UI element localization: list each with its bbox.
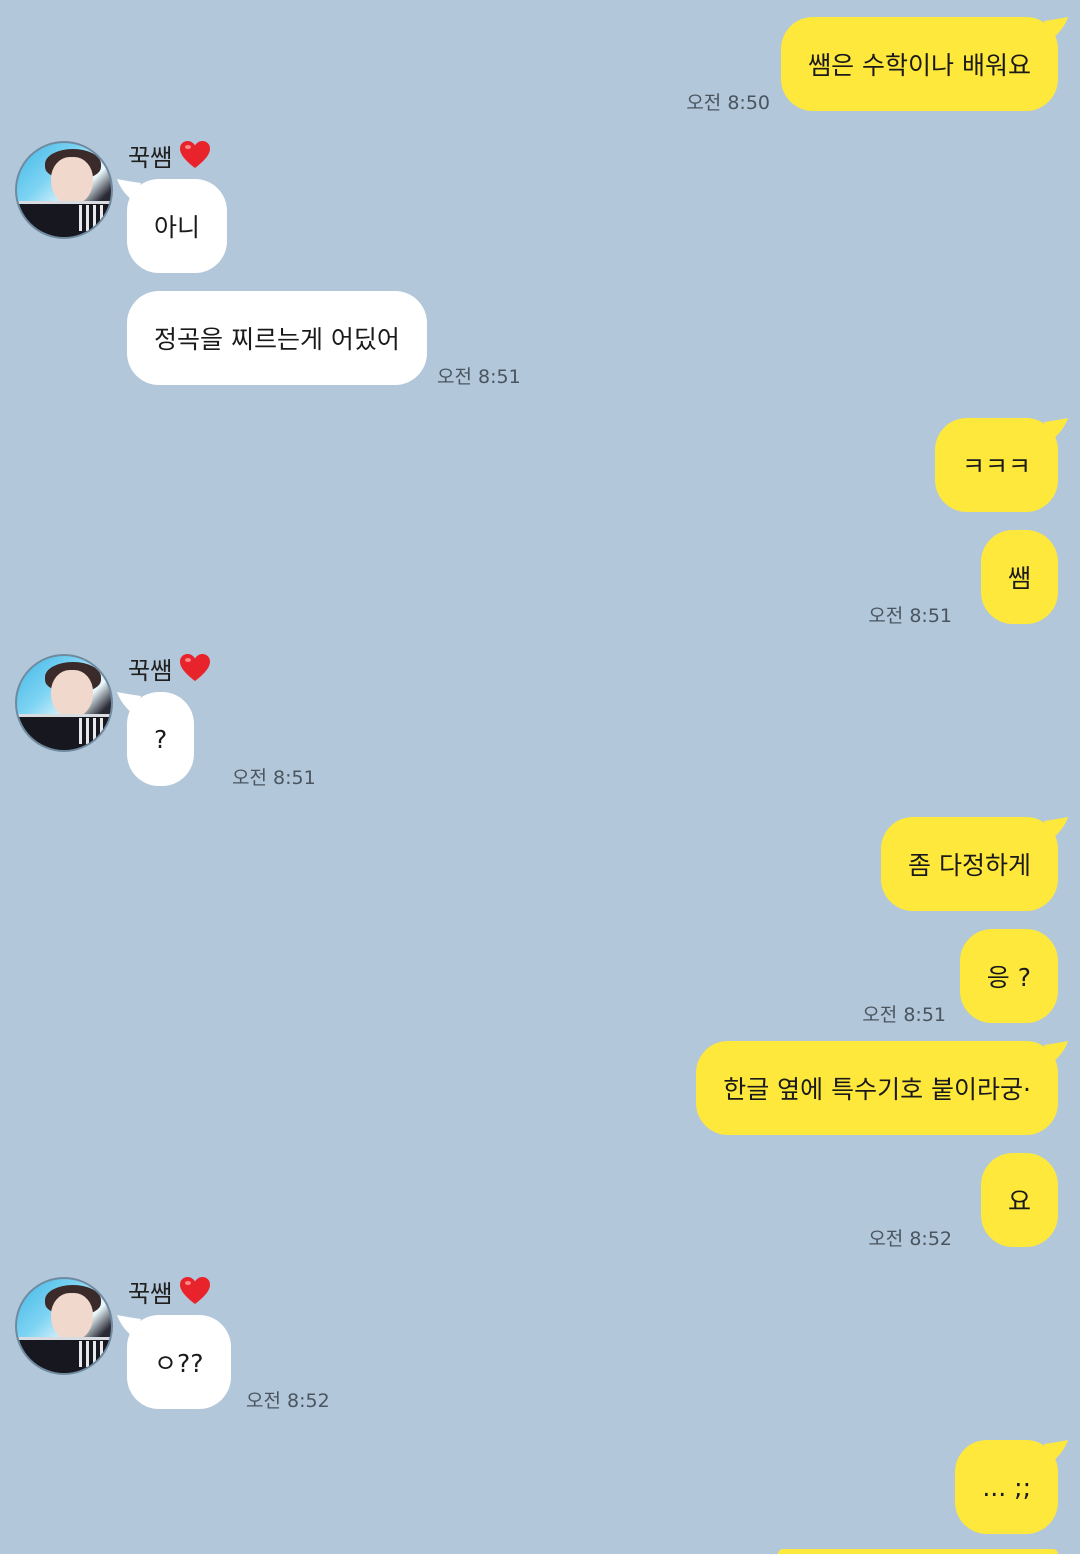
- message-text: 쌤: [1007, 564, 1031, 593]
- contact-name: 꾹쌤: [128, 656, 173, 685]
- outgoing-message[interactable]: 쌤: [980, 530, 1058, 624]
- bubble-tail: [117, 179, 141, 201]
- contact-name: 꾹쌤: [128, 143, 173, 172]
- contact-avatar[interactable]: [15, 654, 113, 752]
- bubble-tail: [1044, 1041, 1068, 1063]
- bubble-tail: [1044, 1440, 1068, 1462]
- outgoing-message-partial: [778, 1549, 1058, 1554]
- outgoing-message[interactable]: 응 ?: [959, 929, 1058, 1023]
- bubble-tail: [117, 692, 141, 714]
- bubble-tail: [1044, 817, 1068, 839]
- contact-name-row: 꾹쌤: [128, 1274, 211, 1308]
- contact-name: 꾹쌤: [128, 1279, 173, 1308]
- bubble-tail: [1044, 418, 1068, 440]
- contact-name-row: 꾹쌤: [128, 138, 211, 172]
- incoming-message[interactable]: ㅇ??: [117, 1315, 231, 1409]
- message-time: 오전 8:50: [686, 92, 770, 114]
- message-time: 오전 8:51: [862, 1004, 946, 1026]
- bubble-tail: [117, 1315, 141, 1337]
- outgoing-message[interactable]: 요: [980, 1153, 1058, 1247]
- outgoing-message[interactable]: ㅋㅋㅋ: [934, 418, 1068, 512]
- outgoing-message[interactable]: 좀 다정하게: [881, 817, 1068, 911]
- incoming-message[interactable]: 아니: [117, 179, 228, 273]
- outgoing-message[interactable]: 쌤은 수학이나 배워요: [781, 17, 1068, 111]
- message-time: 오전 8:51: [232, 767, 316, 789]
- message-text: ?: [154, 724, 168, 754]
- message-text: 응 ?: [986, 963, 1031, 992]
- outgoing-message[interactable]: ... ;;: [955, 1440, 1068, 1534]
- heart-icon: [180, 141, 211, 169]
- chat-room: 쌤은 수학이나 배워요 오전 8:50 꾹쌤 아니 정곡을 찌르는게 어딨어 오…: [0, 0, 1080, 1554]
- message-text: 정곡을 찌르는게 어딨어: [154, 325, 400, 354]
- bubble-tail: [1044, 17, 1068, 39]
- outgoing-message[interactable]: 한글 옆에 특수기호 붙이라궁·: [696, 1041, 1068, 1135]
- heart-icon: [180, 654, 211, 682]
- message-text: ㅇ??: [154, 1349, 204, 1378]
- incoming-message[interactable]: 정곡을 찌르는게 어딨어: [127, 291, 427, 385]
- message-time: 오전 8:51: [437, 366, 521, 388]
- message-text: 좀 다정하게: [908, 851, 1031, 880]
- message-text: 요: [1007, 1187, 1031, 1216]
- contact-avatar[interactable]: [15, 141, 113, 239]
- message-text: ㅋㅋㅋ: [961, 452, 1031, 481]
- message-text: 아니: [154, 213, 201, 242]
- heart-icon: [180, 1277, 211, 1305]
- message-text: 한글 옆에 특수기호 붙이라궁·: [723, 1075, 1031, 1104]
- contact-avatar[interactable]: [15, 1277, 113, 1375]
- message-time: 오전 8:52: [868, 1228, 952, 1250]
- message-text: ... ;;: [982, 1472, 1031, 1502]
- incoming-message[interactable]: ?: [117, 692, 195, 786]
- contact-name-row: 꾹쌤: [128, 651, 211, 685]
- message-text: 쌤은 수학이나 배워요: [808, 51, 1031, 80]
- message-time: 오전 8:52: [246, 1390, 330, 1412]
- message-time: 오전 8:51: [868, 605, 952, 627]
